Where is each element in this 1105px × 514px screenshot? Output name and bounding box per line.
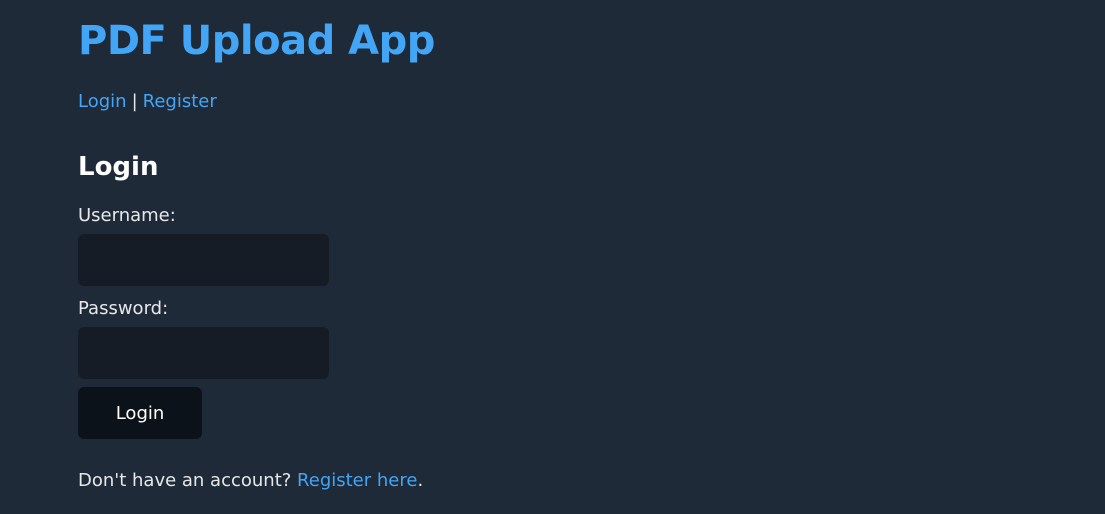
password-input[interactable] [78,327,329,379]
top-nav: Login | Register [78,90,217,114]
page: PDF Upload App Login | Register Login User… [0,0,1105,514]
register-here-link[interactable]: Register here [297,470,417,491]
login-button[interactable]: Login [78,387,202,439]
app-title: PDF Upload App [78,18,435,64]
nav-login-link[interactable]: Login [78,91,127,112]
register-prompt-period: . [417,470,424,491]
login-heading: Login [78,152,159,182]
register-prompt-text: Don't have an account? [78,470,298,491]
username-input[interactable] [78,234,329,286]
register-prompt: Don't have an account? Register here. [78,469,423,493]
nav-separator: | [131,91,138,112]
username-label: Username: [78,205,176,226]
nav-register-link[interactable]: Register [143,91,217,112]
password-label: Password: [78,298,169,319]
